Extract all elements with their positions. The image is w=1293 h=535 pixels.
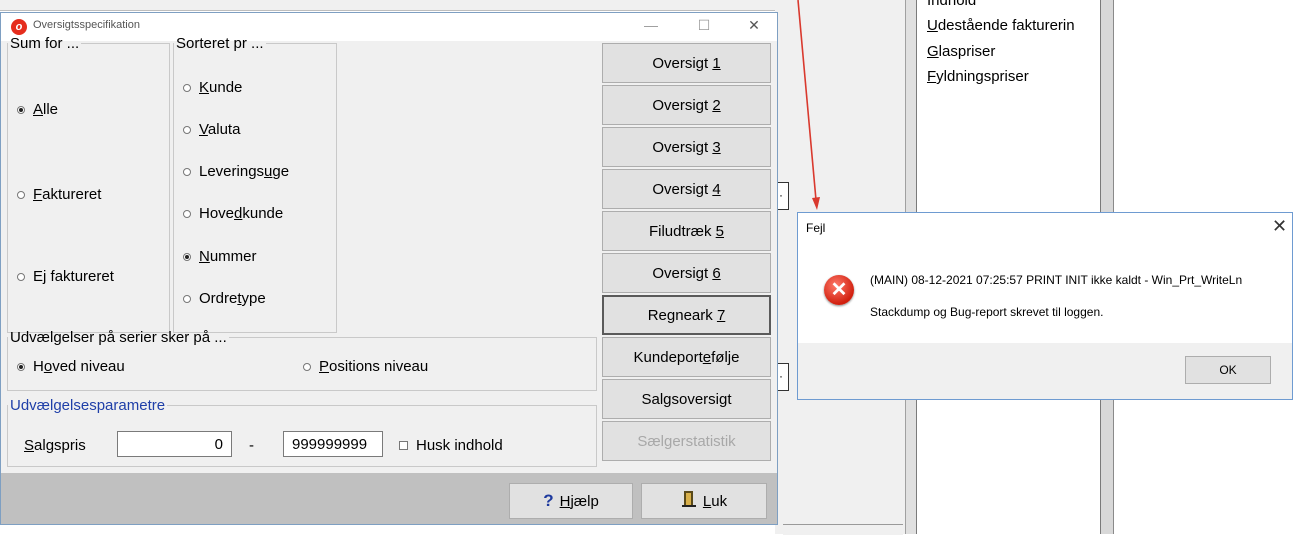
- radio-dot: [17, 105, 25, 114]
- parametre-legend: Udvælgelsesparametre: [10, 397, 166, 414]
- radio-positions-niveau[interactable]: Positions niveau: [303, 358, 428, 375]
- range-separator: -: [249, 437, 254, 454]
- kundeportefolje-button[interactable]: Kundeportefølje: [602, 337, 771, 377]
- oversigt-4-button[interactable]: Oversigt 4: [602, 169, 771, 209]
- radio-hovedkunde[interactable]: Hovedkunde: [183, 205, 283, 222]
- radio-nummer[interactable]: Nummer: [183, 248, 257, 265]
- regneark-7-button[interactable]: Regneark 7: [602, 295, 771, 335]
- oversigt-6-button[interactable]: Oversigt 6: [602, 253, 771, 293]
- radio-dot: [17, 272, 25, 281]
- filudtraek-5-button[interactable]: Filudtræk 5: [602, 211, 771, 251]
- salgspris-label: Salgspris: [24, 437, 86, 454]
- list-item[interactable]: Glaspriser: [927, 43, 995, 60]
- oversigt-2-button[interactable]: Oversigt 2: [602, 85, 771, 125]
- sorteret-legend: Sorteret pr ...: [176, 35, 264, 52]
- radio-dot: [183, 167, 191, 176]
- close-button[interactable]: Luk: [641, 483, 767, 519]
- oversigt-1-button[interactable]: Oversigt 1: [602, 43, 771, 83]
- husk-indhold-label: Husk indhold: [416, 437, 503, 454]
- ok-button[interactable]: OK: [1185, 356, 1271, 384]
- list-item[interactable]: Udestående fakturerin: [927, 17, 1075, 34]
- dialog-bottom-bar: ? Hjælp Luk: [1, 473, 777, 524]
- error-dialog: Fejl ✕ ✕ (MAIN) 08-12-2021 07:25:57 PRIN…: [797, 212, 1293, 400]
- checkbox-box: [399, 441, 408, 450]
- background-panel-bottom: [783, 524, 903, 535]
- error-message-line2: Stackdump og Bug-report skrevet til logg…: [870, 305, 1104, 319]
- error-message-line1: (MAIN) 08-12-2021 07:25:57 PRINT INIT ik…: [870, 273, 1243, 287]
- list-item[interactable]: Fyldningspriser: [927, 68, 1029, 85]
- radio-dot: [183, 83, 191, 92]
- salgspris-to-input[interactable]: 999999999: [283, 431, 383, 457]
- radio-dot: [183, 125, 191, 134]
- radio-dot: [183, 252, 191, 261]
- radio-faktureret[interactable]: Faktureret: [17, 186, 101, 203]
- udvaelgelser-legend: Udvælgelser på serier sker på ...: [10, 329, 227, 346]
- annotation-arrow: [797, 0, 820, 210]
- radio-dot: [183, 209, 191, 218]
- minimize-icon[interactable]: —: [636, 17, 666, 33]
- salgspris-from-input[interactable]: 0: [117, 431, 232, 457]
- oversigt-dialog: o Oversigtsspecifikation — ☐ ✕ Sum for .…: [0, 12, 778, 525]
- radio-leveringsuge[interactable]: Leveringsuge: [183, 163, 289, 180]
- list-item[interactable]: Indhold: [927, 0, 976, 9]
- radio-hoved-niveau[interactable]: Hoved niveau: [17, 358, 125, 375]
- radio-alle[interactable]: Alle: [17, 101, 58, 118]
- radio-kunde[interactable]: Kunde: [183, 79, 242, 96]
- radio-ej-faktureret[interactable]: Ej faktureret: [17, 268, 114, 285]
- help-icon: ?: [543, 491, 554, 510]
- maximize-icon[interactable]: ☐: [689, 17, 719, 34]
- saelgerstatistik-button[interactable]: Sælgerstatistik: [602, 421, 771, 461]
- radio-dot: [303, 362, 311, 371]
- husk-indhold-checkbox[interactable]: Husk indhold: [399, 437, 503, 454]
- radio-ordretype[interactable]: Ordretype: [183, 290, 266, 307]
- close-icon[interactable]: ✕: [739, 17, 769, 34]
- error-dialog-title: Fejl: [806, 221, 826, 235]
- door-icon: [681, 490, 697, 512]
- salgsoversigt-button[interactable]: Salgsoversigt: [602, 379, 771, 419]
- radio-dot: [17, 362, 25, 371]
- help-button[interactable]: ? Hjælp: [509, 483, 633, 519]
- close-icon[interactable]: ✕: [1272, 216, 1287, 237]
- app-icon: o: [11, 19, 27, 35]
- oversigt-3-button[interactable]: Oversigt 3: [602, 127, 771, 167]
- sum-for-group: Sum for ...: [7, 35, 170, 333]
- radio-dot: [183, 294, 191, 303]
- radio-valuta[interactable]: Valuta: [183, 121, 240, 138]
- background-window-edge: [0, 0, 785, 11]
- radio-dot: [17, 190, 25, 199]
- dialog-title: Oversigtsspecifikation: [33, 19, 140, 31]
- error-icon: ✕: [824, 275, 854, 305]
- sum-for-legend: Sum for ...: [10, 35, 80, 52]
